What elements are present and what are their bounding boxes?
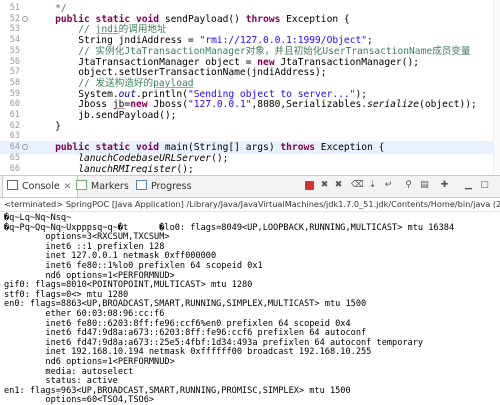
close-icon[interactable]: ✕ [64, 182, 72, 192]
console-output[interactable]: �q~Lq~Nq~Nsq~ �q~Pq~Qq~Nq~Uxpppsq~q~�t �l… [0, 212, 500, 405]
markers-icon [76, 180, 87, 190]
tab-markers[interactable]: Markers [76, 176, 129, 197]
console-icon [7, 180, 18, 190]
display-selected-console-icon[interactable]: ▤ [419, 180, 430, 191]
tab-console[interactable]: Console ✕ [2, 176, 79, 197]
pin-console-icon[interactable]: ⚲ [403, 180, 414, 191]
progress-icon [136, 180, 147, 190]
launch-info: <terminated> SpringPOC [Java Application… [0, 197, 500, 212]
tab-markers-label: Markers [91, 181, 129, 192]
overview-ruler[interactable] [493, 0, 500, 173]
code-text: lanuchRMIregister(); [78, 163, 194, 174]
remove-launch-icon[interactable]: ✖ [319, 180, 330, 191]
tab-console-label: Console [22, 181, 60, 192]
word-wrap-icon[interactable]: ↵ [383, 180, 394, 191]
open-console-icon[interactable]: ✚ [439, 180, 450, 191]
minimize-icon[interactable]: ▁ [463, 180, 474, 191]
scroll-lock-icon[interactable]: ⇣ [367, 180, 378, 191]
clear-console-icon[interactable]: ⌫ [351, 180, 364, 191]
line-number: 66 [9, 163, 20, 174]
maximize-icon[interactable]: ▢ [479, 180, 490, 191]
remove-all-icon[interactable]: ✖ [333, 180, 344, 191]
console-line: options=60<TSO4,TSO6> [4, 395, 155, 405]
terminate-icon[interactable] [305, 181, 314, 190]
tab-progress-label: Progress [151, 181, 192, 192]
fold-icon[interactable] [22, 144, 28, 151]
code-line[interactable]: 66 lanuchRMIregister(); [0, 163, 500, 174]
tab-progress[interactable]: Progress [136, 176, 192, 197]
fold-icon[interactable] [22, 15, 28, 22]
console-tab-bar: Console ✕ Markers Progress ✖ ✖ ⌫ ⇣ ↵ ⚲ ▤ … [0, 175, 500, 198]
code-editor[interactable]: 51 */52 public static void sendPayload()… [0, 0, 500, 173]
